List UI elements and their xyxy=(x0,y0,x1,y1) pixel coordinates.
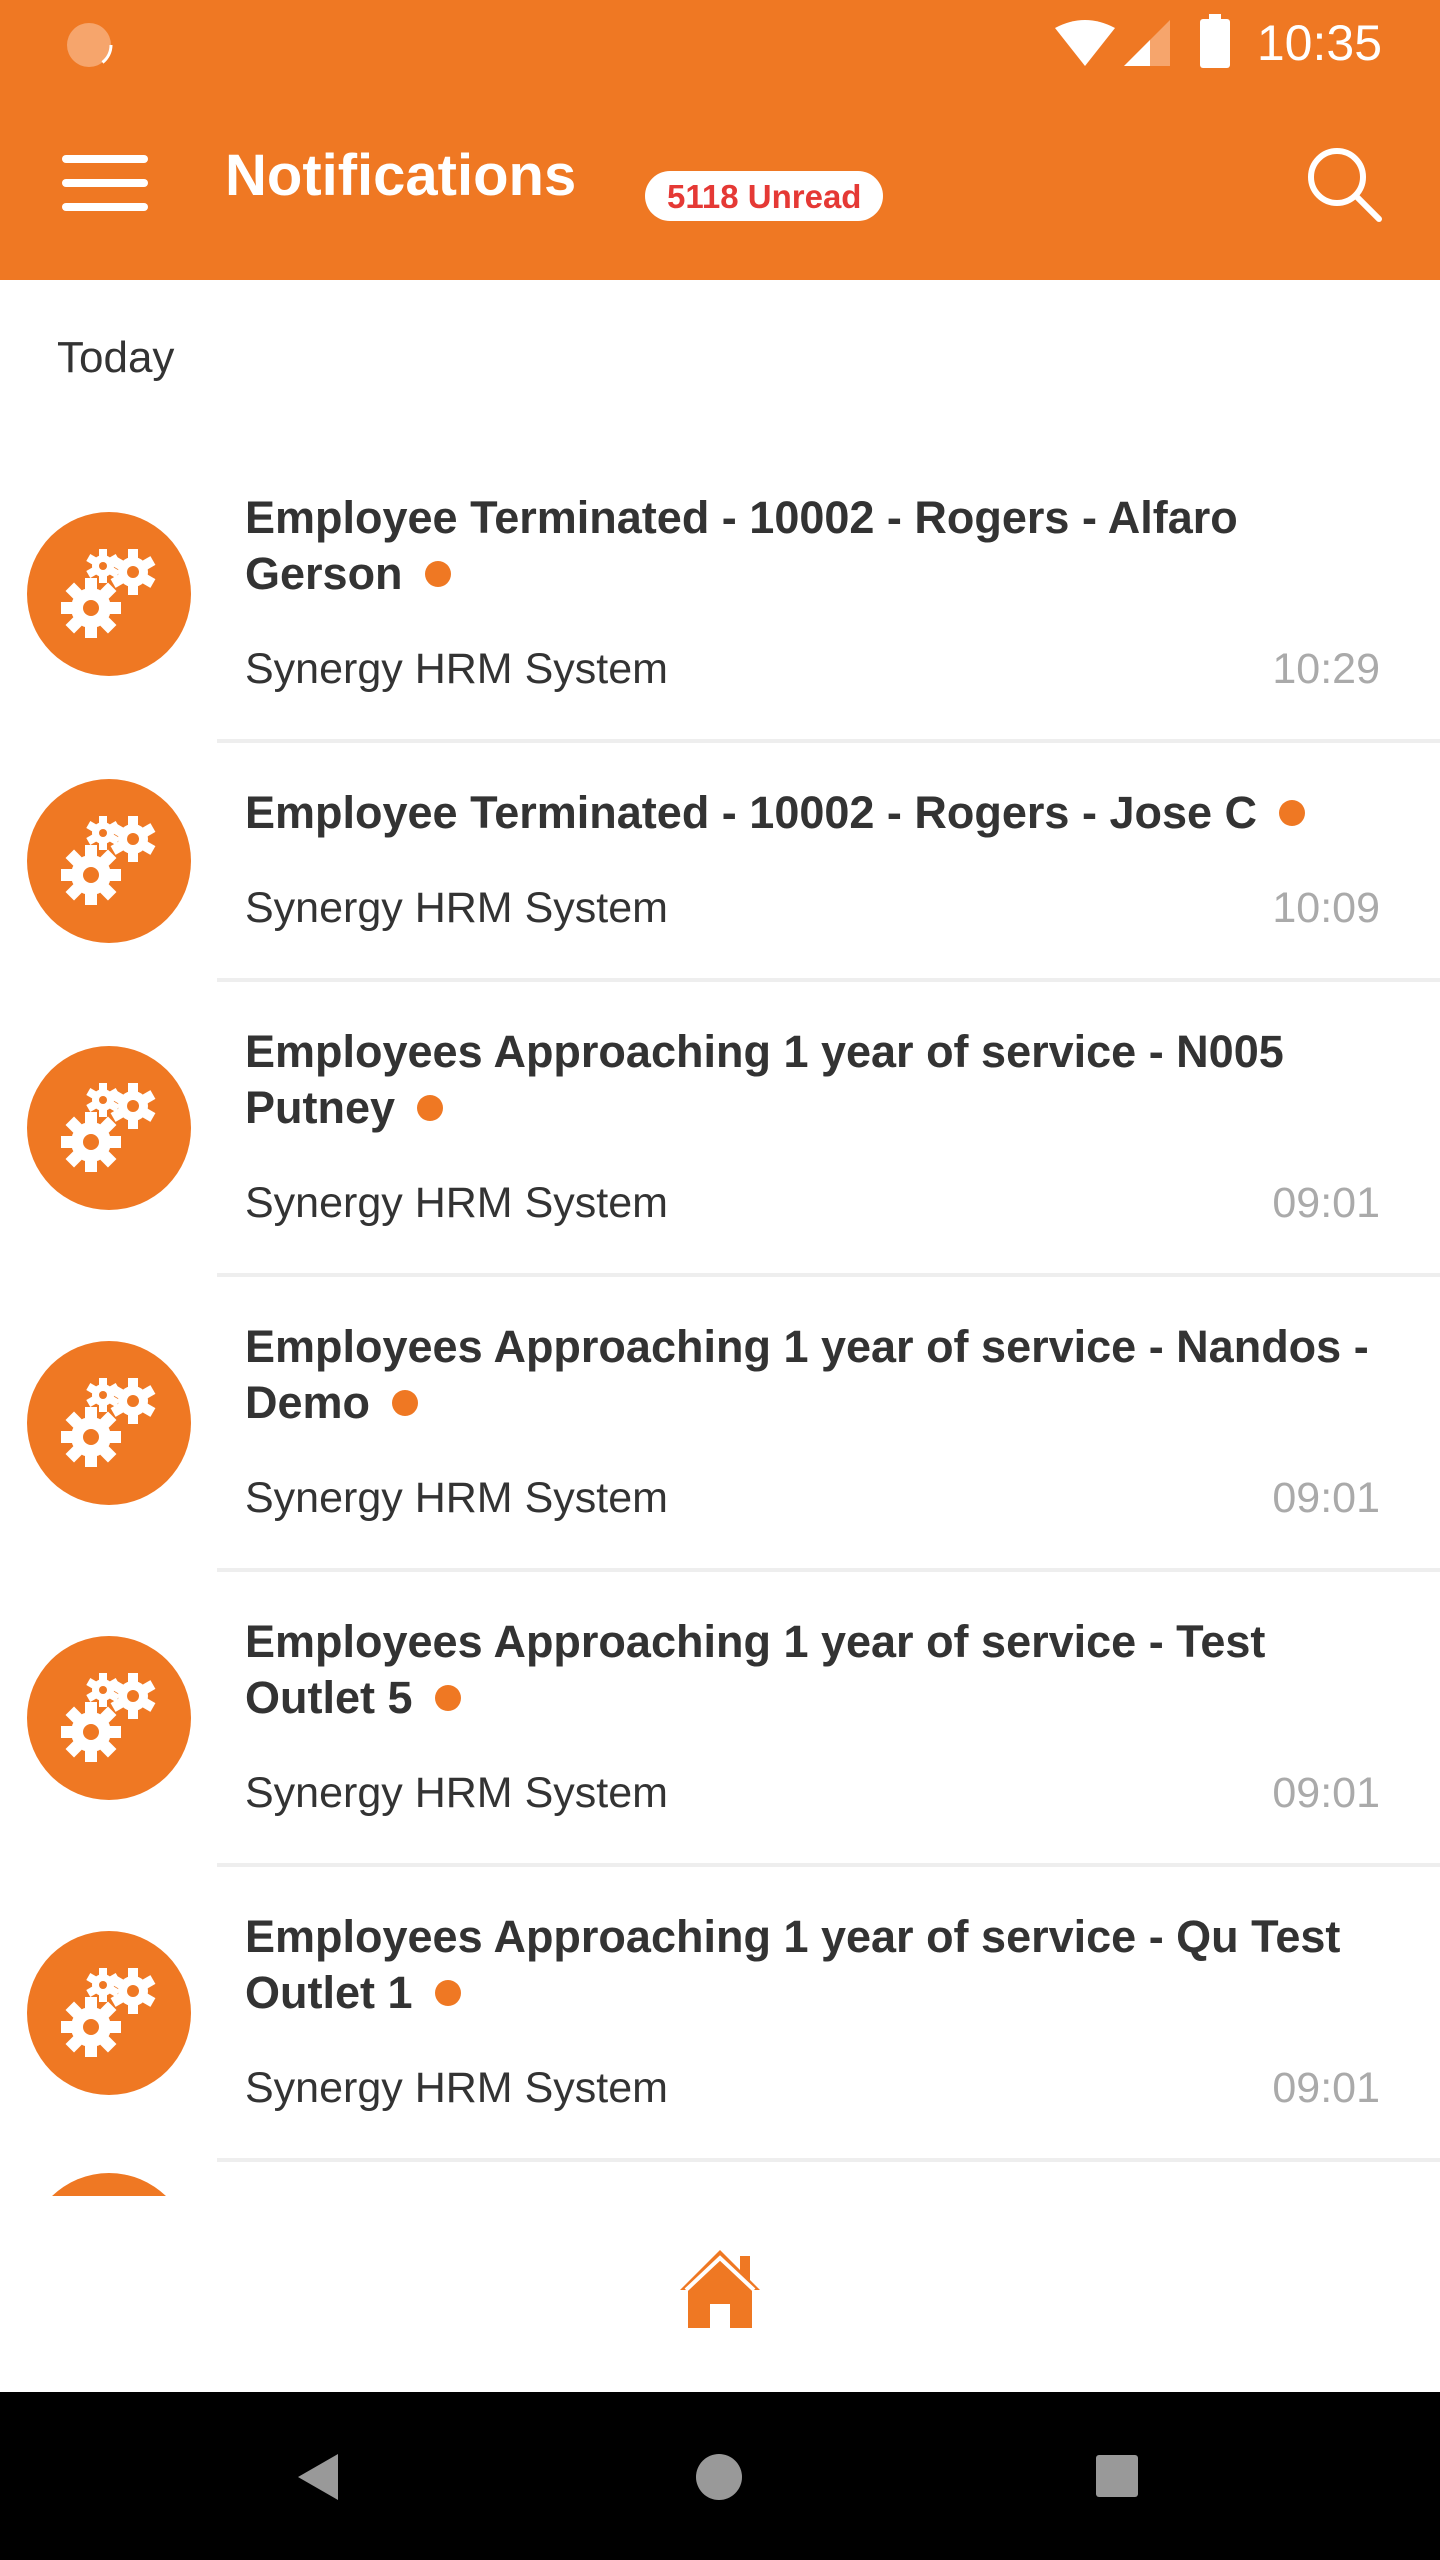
notification-title: Employees Approaching 1 year of service … xyxy=(245,1911,1341,2018)
status-time: 10:35 xyxy=(1256,15,1382,71)
notification-time: 09:01 xyxy=(1272,1769,1380,1817)
back-icon[interactable] xyxy=(298,2454,340,2500)
hamburger-icon[interactable] xyxy=(62,155,148,211)
notification-meta: Synergy HRM System 10:29 xyxy=(245,644,1380,694)
notification-item[interactable]: Employees Approaching 1 year of service … xyxy=(0,1572,1440,1867)
wifi-icon xyxy=(1055,20,1115,66)
unread-dot xyxy=(1279,800,1306,827)
gears-icon xyxy=(61,1672,156,1762)
notification-title: Employees Approaching 1 year of service … xyxy=(245,1616,1266,1723)
status-bar: 10:35 xyxy=(0,0,1440,90)
notification-source: Synergy HRM System xyxy=(245,645,668,693)
notification-time: 09:01 xyxy=(1272,2064,1380,2112)
notification-meta: Synergy HRM System 10:09 xyxy=(245,883,1380,933)
notification-item[interactable]: Employees Approaching 1 year of service xyxy=(0,2162,1440,2196)
notification-item[interactable]: Employees Approaching 1 year of service … xyxy=(0,1277,1440,1572)
page-title: Notifications xyxy=(225,143,577,208)
notification-title: Employees Approaching 1 year of service … xyxy=(245,1321,1369,1428)
notification-avatar xyxy=(27,2172,191,2196)
notification-meta: Synergy HRM System 09:01 xyxy=(245,1473,1380,1523)
unread-dot xyxy=(417,1095,444,1122)
unread-badge: 5118 Unread xyxy=(645,171,884,221)
notification-item[interactable]: Employees Approaching 1 year of service … xyxy=(0,982,1440,1277)
unread-dot xyxy=(434,1685,461,1712)
notification-list[interactable]: Employee Terminated - 10002 - Rogers - A… xyxy=(0,448,1440,2196)
gears-icon xyxy=(61,1377,156,1467)
home-icon[interactable] xyxy=(678,2246,762,2330)
notification-time: 10:29 xyxy=(1272,645,1380,693)
signal-icon xyxy=(1124,20,1170,66)
notification-avatar xyxy=(27,511,191,676)
notification-source: Synergy HRM System xyxy=(245,884,668,932)
bottom-nav xyxy=(0,2196,1440,2392)
notification-avatar xyxy=(27,1930,191,2095)
recents-icon[interactable] xyxy=(1096,2455,1138,2497)
app-header: 10:35 Notifications 5118 Unread xyxy=(0,0,1440,280)
home-circle-icon[interactable] xyxy=(696,2454,742,2500)
gears-icon xyxy=(61,1967,156,2057)
notification-title: Employee Terminated - 10002 - Rogers - A… xyxy=(245,492,1238,599)
notification-meta: Synergy HRM System 09:01 xyxy=(245,1768,1380,1818)
notification-time: 10:09 xyxy=(1272,884,1380,932)
gears-icon xyxy=(61,815,156,905)
notification-source: Synergy HRM System xyxy=(245,1769,668,1817)
unread-dot xyxy=(424,561,451,588)
notification-time: 09:01 xyxy=(1272,1474,1380,1522)
search-icon[interactable] xyxy=(1305,145,1385,225)
notification-title: Employee Terminated - 10002 - Rogers - J… xyxy=(245,785,1380,841)
notification-title: Employees Approaching 1 year of service … xyxy=(245,1026,1284,1133)
gears-icon xyxy=(61,548,156,638)
sync-icon xyxy=(65,21,113,69)
unread-dot xyxy=(392,1390,419,1417)
notification-item[interactable]: Employee Terminated - 10002 - Rogers - A… xyxy=(0,448,1440,743)
unread-dot xyxy=(434,1980,461,2007)
notification-avatar xyxy=(27,1635,191,1800)
notification-meta: Synergy HRM System 09:01 xyxy=(245,2063,1380,2113)
battery-icon xyxy=(1200,14,1230,68)
notification-avatar xyxy=(27,1340,191,1505)
section-header-today: Today xyxy=(57,333,175,382)
system-nav-bar xyxy=(0,2392,1440,2560)
notification-avatar xyxy=(27,778,191,943)
notification-item[interactable]: Employee Terminated - 10002 - Rogers - J… xyxy=(0,743,1440,982)
notification-source: Synergy HRM System xyxy=(245,1474,668,1522)
notification-item[interactable]: Employees Approaching 1 year of service … xyxy=(0,1867,1440,2162)
notification-source: Synergy HRM System xyxy=(245,2064,668,2112)
notification-time: 09:01 xyxy=(1272,1179,1380,1227)
notification-source: Synergy HRM System xyxy=(245,1179,668,1227)
notification-avatar xyxy=(27,1045,191,1210)
gears-icon xyxy=(61,1082,156,1172)
notification-meta: Synergy HRM System 09:01 xyxy=(245,1178,1380,1228)
